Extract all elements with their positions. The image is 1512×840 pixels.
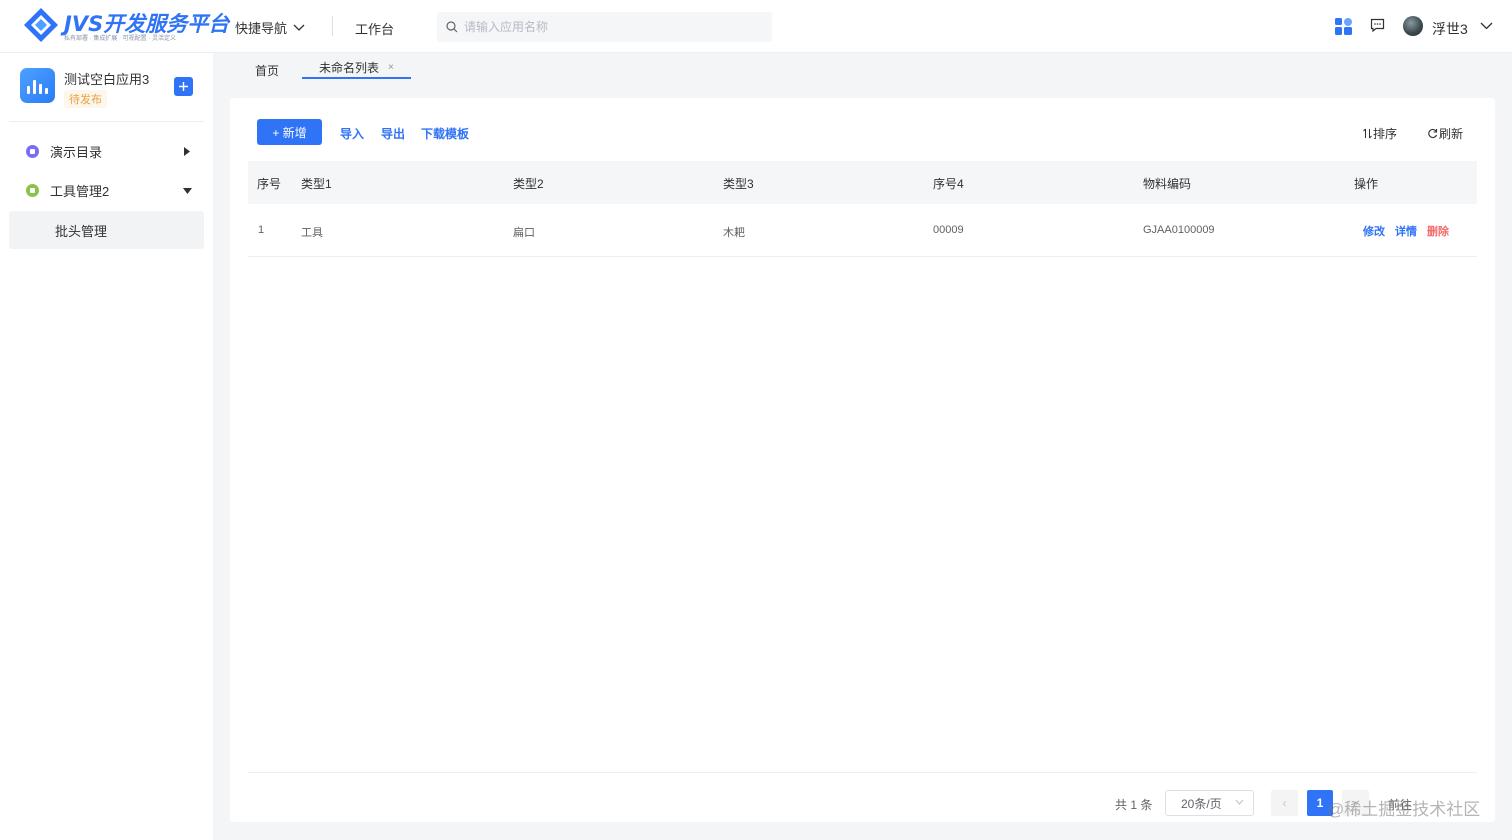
sidebar-item-label: 工具管理2 [50, 183, 110, 199]
column-header: 类型3 [723, 177, 754, 191]
sidebar-subitem-bits[interactable]: 批头管理 [9, 211, 204, 249]
refresh-button[interactable]: 刷新 [1427, 125, 1463, 142]
export-button[interactable]: 导出 [381, 125, 405, 142]
logo[interactable]: JVS开发服务平台 私有部署 · 集成扩展 · 可视配置 · 灵活定义 [22, 6, 229, 46]
cell-index: 1 [258, 224, 265, 236]
username[interactable]: 浮世3 [1432, 19, 1468, 39]
column-header: 类型2 [513, 177, 544, 191]
delete-button[interactable]: 删除 [1427, 223, 1449, 239]
app-chart-icon [20, 68, 55, 103]
cell-type2: 扁口 [513, 227, 535, 239]
page-size-value: 20条/页 [1181, 796, 1222, 811]
quick-nav-label: 快捷导航 [235, 21, 288, 36]
cell-type3: 木耙 [723, 227, 745, 239]
refresh-label: 刷新 [1439, 127, 1464, 141]
caret-right-icon [184, 147, 190, 156]
list-card: + 新增 导入 导出 下载模板 排序 刷新 序号 类型1 类型2 类型3 序号4… [230, 98, 1495, 822]
sidebar-item-demo[interactable]: 演示目录 [9, 132, 204, 170]
quick-nav-menu[interactable]: 快捷导航 [235, 18, 305, 37]
sidebar: 测试空白应用3 待发布 演示目录 工具管理2 批头管理 [0, 53, 213, 840]
sort-button[interactable]: 排序 [1363, 125, 1397, 142]
chevron-down-icon[interactable] [1480, 22, 1493, 30]
search-icon [446, 21, 458, 33]
message-icon[interactable] [1370, 18, 1385, 33]
cell-material-code: GJAA0100009 [1143, 224, 1215, 236]
column-header: 序号 [257, 177, 282, 191]
chevron-down-icon [1235, 799, 1244, 805]
import-button[interactable]: 导入 [340, 125, 364, 142]
workbench-link[interactable]: 工作台 [355, 19, 394, 38]
footer-divider [248, 772, 1477, 773]
detail-button[interactable]: 详情 [1395, 223, 1417, 239]
column-header: 操作 [1354, 177, 1379, 191]
nav-divider [332, 16, 333, 36]
watermark: @稀土掘金技术社区 [1327, 800, 1481, 819]
column-header: 物料编码 [1143, 177, 1192, 191]
tab-label: 未命名列表 [319, 60, 380, 75]
add-button[interactable]: + 新增 [257, 119, 322, 145]
app-search[interactable] [437, 12, 772, 42]
search-input[interactable] [464, 20, 754, 34]
folder-dot-icon [26, 183, 39, 197]
add-menu-button[interactable] [174, 77, 193, 96]
sidebar-item-label: 演示目录 [50, 144, 103, 160]
pagination-total: 共 1 条 [1115, 798, 1153, 812]
sidebar-item-tools[interactable]: 工具管理2 [9, 171, 204, 209]
page-size-select[interactable]: 20条/页 [1165, 790, 1254, 816]
column-header: 类型1 [301, 177, 332, 191]
edit-button[interactable]: 修改 [1363, 223, 1385, 239]
cell-seq4: 00009 [933, 224, 964, 236]
status-badge: 待发布 [64, 90, 107, 108]
logo-subtitle: 私有部署 · 集成扩展 · 可视配置 · 灵活定义 [64, 36, 176, 42]
tab-home[interactable]: 首页 [255, 59, 279, 81]
app-name: 测试空白应用3 [64, 72, 150, 87]
tab-unnamed-list[interactable]: 未命名列表 × [302, 57, 411, 79]
logo-icon [24, 8, 58, 42]
cell-type1: 工具 [301, 227, 323, 239]
caret-down-icon [183, 188, 192, 194]
apps-grid-icon[interactable] [1335, 18, 1352, 35]
table-row[interactable]: 1 工具 扁口 木耙 00009 GJAA0100009 修改 详情 删除 [248, 204, 1477, 257]
plus-icon [179, 82, 188, 91]
sidebar-divider [9, 121, 204, 122]
sort-label: 排序 [1373, 127, 1398, 141]
prev-page-button[interactable]: ‹ [1271, 790, 1298, 816]
chevron-down-icon [293, 24, 305, 31]
avatar[interactable] [1403, 16, 1423, 36]
top-header: JVS开发服务平台 私有部署 · 集成扩展 · 可视配置 · 灵活定义 快捷导航… [0, 0, 1512, 53]
refresh-icon [1428, 128, 1438, 139]
close-icon[interactable]: × [388, 62, 394, 73]
column-header: 序号4 [933, 177, 964, 191]
folder-dot-icon [26, 144, 39, 158]
table-header: 序号 类型1 类型2 类型3 序号4 物料编码 操作 [248, 161, 1477, 204]
download-template-button[interactable]: 下载模板 [421, 125, 469, 142]
sort-icon [1363, 128, 1372, 139]
